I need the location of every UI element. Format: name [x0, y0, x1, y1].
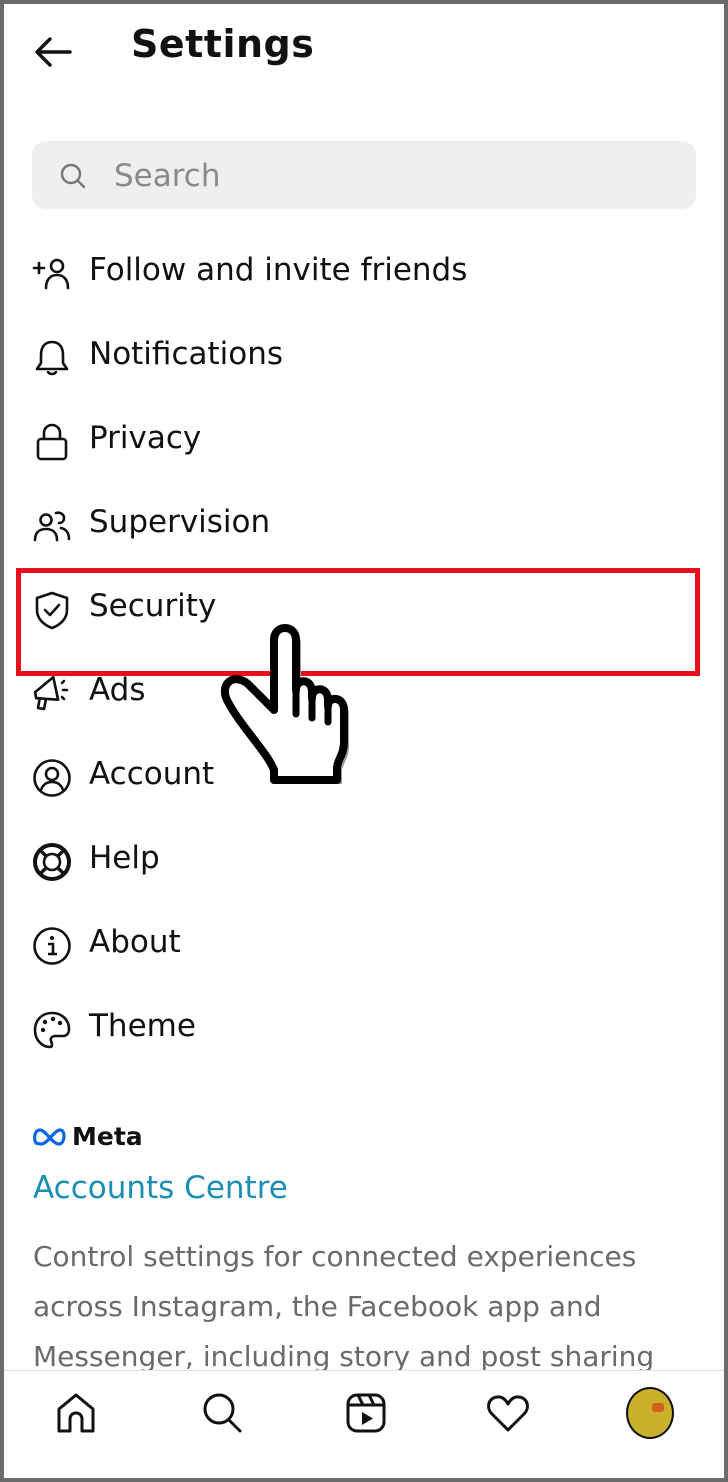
settings-menu: Follow and invite friends Notifications … [4, 230, 724, 1070]
meta-infinity-icon [33, 1127, 66, 1146]
menu-item-label: About [89, 924, 181, 960]
menu-item-label: Follow and invite friends [89, 252, 468, 288]
accounts-centre-description: Control settings for connected experienc… [33, 1240, 655, 1373]
menu-item-help[interactable]: Help [4, 818, 724, 902]
avatar-image-detail [652, 1403, 664, 1412]
menu-item-notifications[interactable]: Notifications [4, 314, 724, 398]
palette-icon [33, 1011, 71, 1049]
bell-icon [35, 340, 69, 376]
menu-item-account[interactable]: Account [4, 734, 724, 818]
accounts-centre-link[interactable]: Accounts Centre [33, 1170, 288, 1206]
home-icon [57, 1393, 95, 1433]
menu-item-ads[interactable]: Ads [4, 650, 724, 734]
add-person-icon [32, 258, 70, 290]
megaphone-icon [33, 675, 69, 711]
nav-search[interactable] [198, 1389, 246, 1437]
lock-icon [36, 423, 68, 461]
search-icon [203, 1393, 242, 1433]
menu-item-label: Ads [89, 672, 146, 708]
menu-item-label: Security [89, 588, 217, 624]
menu-item-about[interactable]: About [4, 902, 724, 986]
search-bar[interactable] [32, 141, 696, 209]
nav-profile-avatar[interactable] [626, 1387, 674, 1439]
menu-item-label: Theme [89, 1008, 196, 1044]
reels-icon [346, 1393, 386, 1433]
meta-logo: Meta [32, 1122, 143, 1151]
back-button[interactable] [30, 28, 78, 76]
account-circle-icon [33, 759, 71, 797]
bottom-nav [4, 1370, 724, 1478]
lifebuoy-icon [33, 843, 71, 881]
shield-check-icon [35, 591, 69, 630]
info-icon [33, 927, 71, 965]
menu-item-privacy[interactable]: Privacy [4, 398, 724, 482]
menu-item-supervision[interactable]: Supervision [4, 482, 724, 566]
menu-item-theme[interactable]: Theme [4, 986, 724, 1070]
menu-item-label: Supervision [89, 504, 271, 540]
page-title: Settings [131, 22, 315, 66]
menu-item-security[interactable]: Security [4, 566, 724, 650]
people-icon [33, 511, 71, 542]
heart-icon [487, 1395, 529, 1432]
nav-home[interactable] [52, 1389, 100, 1437]
nav-activity[interactable] [484, 1389, 532, 1437]
menu-item-label: Account [89, 756, 215, 792]
menu-item-label: Help [89, 840, 160, 876]
search-icon [60, 163, 86, 189]
search-input[interactable] [112, 149, 676, 203]
menu-item-label: Notifications [89, 336, 284, 372]
menu-item-follow-invite[interactable]: Follow and invite friends [4, 230, 724, 314]
nav-reels[interactable] [342, 1389, 390, 1437]
header: Settings [4, 4, 724, 104]
arrow-left-icon [35, 37, 72, 67]
settings-screen: Settings Follow and invite friends Notif… [4, 4, 724, 1478]
meta-brand: Meta [72, 1122, 143, 1151]
menu-item-label: Privacy [89, 420, 202, 456]
